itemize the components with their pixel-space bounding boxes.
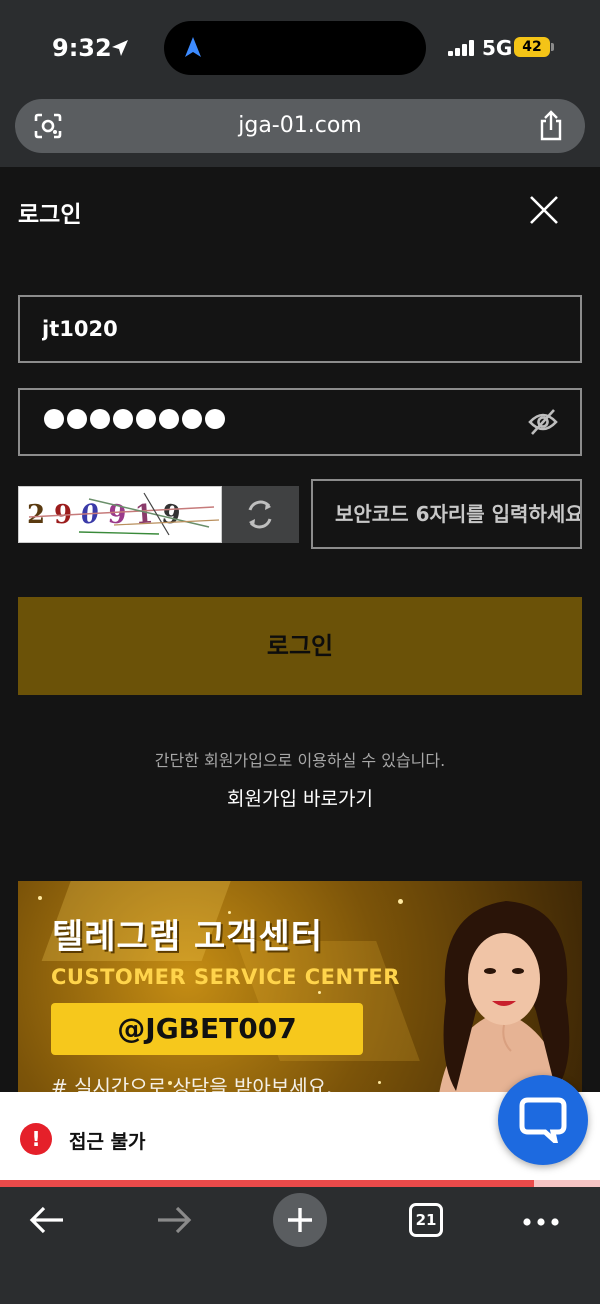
navigation-icon	[185, 37, 201, 57]
banner-subtitle: CUSTOMER SERVICE CENTER	[51, 965, 400, 989]
captcha-field[interactable]	[311, 479, 582, 549]
signup-link[interactable]: 회원가입 바로가기	[0, 784, 600, 811]
tab-switcher-button[interactable]: 21	[409, 1203, 443, 1237]
password-dot	[205, 409, 225, 429]
support-model-image	[439, 901, 570, 1092]
url-text: jga-01.com	[238, 113, 362, 138]
login-button[interactable]: 로그인	[18, 597, 582, 695]
progress-fill	[0, 1180, 534, 1187]
more-options-icon[interactable]	[523, 1218, 559, 1226]
battery-cap	[551, 43, 554, 51]
browser-address-area: jga-01.com	[0, 96, 600, 167]
password-dot	[159, 409, 179, 429]
captcha-digit: 2	[27, 500, 45, 530]
live-chat-button[interactable]	[498, 1075, 588, 1165]
status-time: 9:32	[52, 34, 112, 62]
password-dot	[44, 409, 64, 429]
banner-title: 텔레그램 고객센터	[52, 917, 324, 957]
login-page: 로그인 290919 로그인	[0, 167, 600, 1092]
back-arrow-icon[interactable]	[28, 1204, 66, 1236]
new-tab-button[interactable]	[273, 1193, 327, 1247]
dynamic-island	[164, 21, 426, 75]
captcha-digit: 9	[160, 499, 183, 532]
password-dot	[67, 409, 87, 429]
captcha-refresh-button[interactable]	[222, 486, 299, 543]
password-dot	[113, 409, 133, 429]
network-type: 5G	[482, 36, 513, 60]
plus-icon	[288, 1208, 312, 1232]
password-dot	[136, 409, 156, 429]
address-bar[interactable]: jga-01.com	[15, 99, 585, 153]
chat-icon	[519, 1097, 567, 1143]
password-dot	[90, 409, 110, 429]
username-field[interactable]	[18, 295, 582, 363]
telegram-support-banner[interactable]: 텔레그램 고객센터 CUSTOMER SERVICE CENTER @JGBET…	[18, 881, 582, 1092]
telegram-handle: @JGBET007	[51, 1003, 363, 1055]
share-icon[interactable]	[537, 110, 565, 142]
password-field[interactable]	[18, 388, 582, 456]
signup-hint: 간단한 회원가입으로 이용하실 수 있습니다.	[154, 751, 446, 770]
battery-icon: 42	[514, 37, 550, 57]
location-arrow-icon	[112, 40, 128, 56]
forward-arrow-icon[interactable]	[155, 1204, 193, 1236]
page-title: 로그인	[18, 202, 82, 228]
eye-slash-icon[interactable]	[528, 408, 558, 436]
username-input[interactable]	[42, 297, 522, 361]
banner-note: # 실시간으로 상담을 받아보세요.	[51, 1075, 333, 1092]
password-dots[interactable]	[44, 409, 225, 429]
password-dot	[182, 409, 202, 429]
signal-strength-icon	[448, 40, 474, 56]
captcha-image: 290919	[18, 486, 222, 543]
browser-toolbar: 21	[0, 1187, 600, 1304]
alert-icon: !	[20, 1123, 52, 1155]
page-load-progress	[0, 1180, 600, 1187]
refresh-icon	[248, 500, 272, 529]
status-bar: 9:32 5G 42	[0, 0, 600, 96]
notice-text: 접근 불가	[69, 1131, 146, 1153]
close-icon[interactable]	[528, 194, 560, 226]
captcha-input[interactable]	[335, 481, 580, 547]
